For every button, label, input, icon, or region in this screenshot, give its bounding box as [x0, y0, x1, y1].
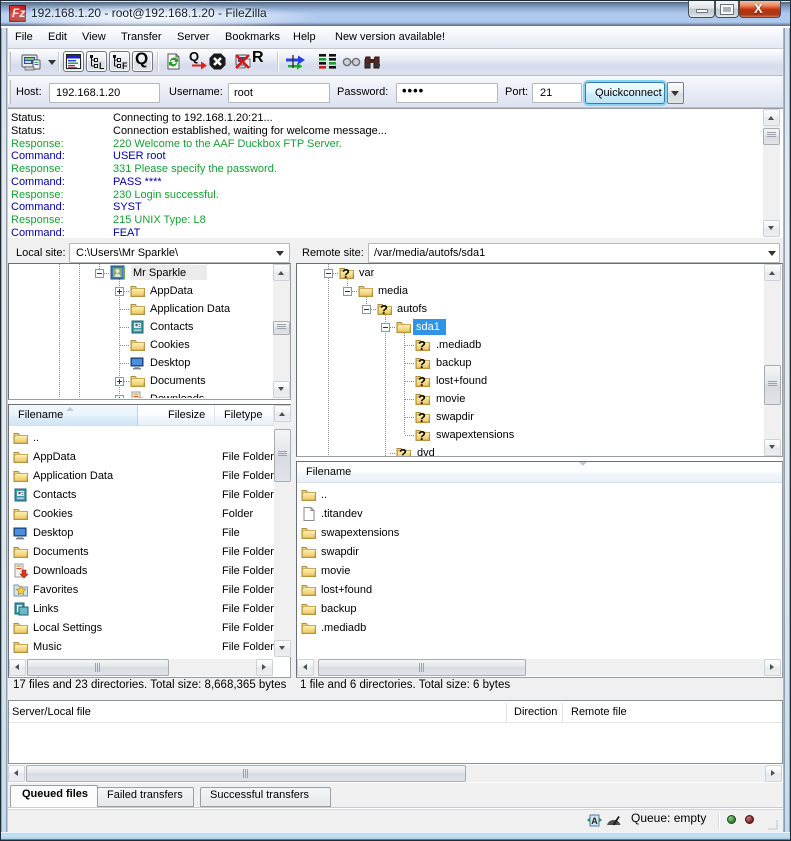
- svg-text:L: L: [99, 61, 104, 69]
- svg-text:A: A: [591, 816, 598, 826]
- svg-text:F: F: [122, 61, 127, 69]
